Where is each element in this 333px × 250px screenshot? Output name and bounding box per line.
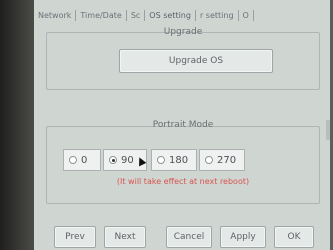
portrait-option-270[interactable]: 270 (199, 149, 245, 171)
option-label: 0 (81, 154, 88, 166)
radio-icon (205, 156, 213, 164)
settings-window: Network Time/Date Sc OS setting r settin… (34, 0, 330, 250)
radio-selected-icon (109, 156, 117, 164)
next-button[interactable]: Next (104, 226, 146, 248)
radio-icon (157, 156, 165, 164)
option-label: 180 (169, 154, 189, 166)
ok-button[interactable]: OK (274, 226, 314, 248)
portrait-option-0[interactable]: 0 (63, 149, 101, 171)
reboot-note: (It will take effect at next reboot) (116, 177, 250, 186)
apply-button[interactable]: Apply (220, 226, 266, 248)
upgrade-os-button[interactable]: Upgrade OS (119, 49, 273, 73)
tab-os-setting[interactable]: OS setting (145, 9, 196, 21)
portrait-mode-group: Portrait Mode 0 90 180 270 (It will take… (46, 120, 320, 204)
upgrade-title: Upgrade (163, 27, 203, 37)
tab-time-date[interactable]: Time/Date (76, 9, 127, 21)
tab-sc[interactable]: Sc (127, 9, 146, 21)
tab-r-setting[interactable]: r setting (196, 9, 239, 21)
prev-button[interactable]: Prev (54, 226, 96, 248)
screen-bezel (0, 0, 34, 250)
tab-o[interactable]: O (239, 9, 254, 21)
option-label: 90 (121, 154, 134, 166)
portrait-option-180[interactable]: 180 (151, 149, 197, 171)
option-label: 270 (217, 154, 237, 166)
cancel-button[interactable]: Cancel (166, 226, 212, 248)
tab-network[interactable]: Network (34, 9, 77, 21)
tab-bar: Network Time/Date Sc OS setting r settin… (34, 6, 330, 24)
upgrade-group: Upgrade Upgrade OS (46, 27, 320, 90)
portrait-mode-title: Portrait Mode (152, 120, 214, 130)
radio-icon (69, 156, 77, 164)
